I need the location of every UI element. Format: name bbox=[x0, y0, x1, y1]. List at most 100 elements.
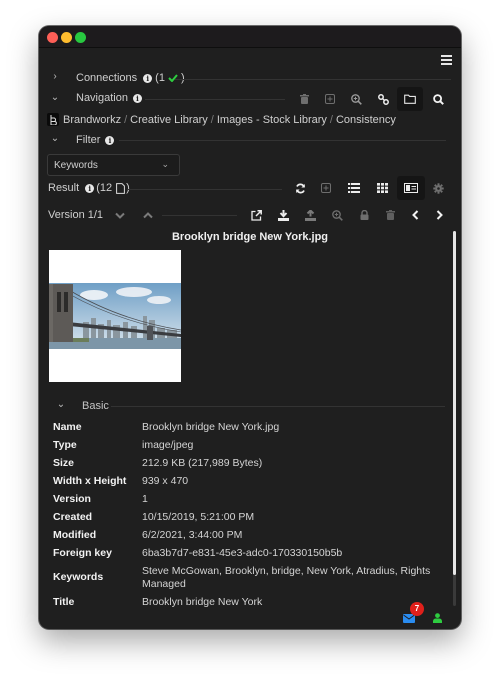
connections-header[interactable]: Connections i (1 ) bbox=[76, 72, 185, 84]
title-bar bbox=[39, 26, 461, 48]
info-icon[interactable]: i bbox=[85, 183, 95, 193]
messages-count-badge: 7 bbox=[410, 602, 424, 616]
property-row: Version 1 bbox=[53, 490, 445, 508]
asset-thumbnail[interactable] bbox=[49, 250, 181, 382]
property-key: Title bbox=[53, 595, 75, 608]
navigation-collapse-chevron[interactable]: ⌄ bbox=[50, 92, 60, 103]
property-key: Name bbox=[53, 420, 82, 433]
breadcrumb-item[interactable]: Consistency bbox=[336, 114, 396, 126]
chevron-down-icon: ⌄ bbox=[161, 159, 169, 169]
property-key: Created bbox=[53, 510, 93, 523]
info-icon[interactable]: i bbox=[143, 73, 153, 83]
basic-section-label[interactable]: Basic bbox=[82, 400, 109, 412]
result-count: (12 bbox=[96, 182, 113, 194]
brandworkz-logo-icon bbox=[47, 113, 59, 126]
next-button[interactable] bbox=[426, 203, 452, 227]
chevron-down-icon bbox=[115, 212, 125, 219]
result-count-close: ) bbox=[126, 182, 130, 194]
trash-icon bbox=[385, 210, 395, 220]
grid-view-button[interactable] bbox=[369, 176, 395, 200]
filter-header[interactable]: Filter i bbox=[76, 134, 115, 146]
breadcrumb-item[interactable]: Brandworkz bbox=[63, 114, 121, 126]
version-zoom-button[interactable] bbox=[324, 203, 350, 227]
property-value: Steve McGowan, Brooklyn, bridge, New Yor… bbox=[142, 564, 431, 590]
property-row: Size 212.9 KB (217,989 Bytes) bbox=[53, 454, 445, 472]
filter-field-select[interactable]: Keywords ⌄ bbox=[47, 154, 180, 176]
divider bbox=[111, 406, 445, 407]
filter-collapse-chevron[interactable]: ⌄ bbox=[50, 133, 60, 144]
properties-table: Name Brooklyn bridge New York.jpg Type i… bbox=[53, 418, 445, 611]
breadcrumb-item[interactable]: Creative Library bbox=[130, 114, 208, 126]
close-window-button[interactable] bbox=[47, 32, 58, 43]
basic-collapse-chevron[interactable]: ⌄ bbox=[56, 399, 66, 410]
connections-count-close: ) bbox=[180, 72, 185, 84]
navigation-label: Navigation bbox=[76, 92, 128, 104]
info-icon[interactable]: i bbox=[132, 93, 142, 103]
navigation-folder-button[interactable] bbox=[397, 87, 423, 111]
lock-button[interactable] bbox=[351, 203, 377, 227]
result-refresh-button[interactable] bbox=[287, 176, 313, 200]
link-icon bbox=[377, 93, 389, 105]
zoom-window-button[interactable] bbox=[75, 32, 86, 43]
user-button[interactable] bbox=[433, 610, 442, 628]
upload-button[interactable] bbox=[297, 203, 323, 227]
breadcrumb-item[interactable]: Images - Stock Library bbox=[217, 114, 327, 126]
property-value: 6/2/2021, 3:44:00 PM bbox=[142, 528, 243, 541]
result-header: Result i (12 ) bbox=[48, 182, 130, 194]
property-value: 1 bbox=[142, 492, 148, 505]
property-row: Keywords Steve McGowan, Brooklyn, bridge… bbox=[53, 562, 445, 593]
property-row: Type image/jpeg bbox=[53, 436, 445, 454]
property-key: Foreign key bbox=[53, 546, 112, 559]
version-down-button[interactable] bbox=[107, 203, 133, 227]
minimize-window-button[interactable] bbox=[61, 32, 72, 43]
scrollbar-thumb[interactable] bbox=[453, 231, 456, 575]
chevron-right-icon bbox=[436, 210, 443, 220]
property-value: 6ba3b7d7-e831-45e3-adc0-170330150b5b bbox=[142, 546, 343, 559]
navigation-zoom-button[interactable] bbox=[343, 87, 369, 111]
property-key: Version bbox=[53, 492, 91, 505]
previous-button[interactable] bbox=[402, 203, 428, 227]
property-row: Foreign key 6ba3b7d7-e831-45e3-adc0-1703… bbox=[53, 544, 445, 562]
navigation-header[interactable]: Navigation i bbox=[76, 92, 142, 104]
property-value: 10/15/2019, 5:21:00 PM bbox=[142, 510, 255, 523]
breadcrumb-separator: / bbox=[329, 113, 333, 126]
gear-icon bbox=[432, 182, 444, 194]
menu-button[interactable] bbox=[433, 48, 459, 72]
property-row: Modified 6/2/2021, 3:44:00 PM bbox=[53, 526, 445, 544]
navigation-delete-button[interactable] bbox=[291, 87, 317, 111]
list-view-button[interactable] bbox=[341, 176, 367, 200]
property-row: Title Brooklyn bridge New York bbox=[53, 593, 445, 611]
breadcrumb-separator: / bbox=[210, 113, 214, 126]
divider bbox=[162, 215, 237, 216]
app-window: › Connections i (1 ) ⌄ Navigation i Bran… bbox=[39, 26, 461, 629]
user-icon bbox=[433, 613, 442, 623]
info-icon[interactable]: i bbox=[105, 135, 115, 145]
navigation-add-button[interactable] bbox=[317, 87, 343, 111]
download-icon bbox=[277, 209, 289, 221]
property-value: 939 x 470 bbox=[142, 474, 189, 487]
zoom-in-icon bbox=[331, 209, 343, 221]
result-settings-button[interactable] bbox=[425, 176, 451, 200]
open-external-button[interactable] bbox=[243, 203, 269, 227]
version-up-button[interactable] bbox=[135, 203, 161, 227]
navigation-link-button[interactable] bbox=[370, 87, 396, 111]
breadcrumb-separator: / bbox=[124, 113, 128, 126]
property-key: Keywords bbox=[53, 571, 104, 583]
detail-view-button[interactable] bbox=[397, 176, 425, 200]
version-delete-button[interactable] bbox=[377, 203, 403, 227]
trash-icon bbox=[299, 94, 309, 104]
filter-label: Filter bbox=[76, 134, 101, 146]
property-value: Brooklyn bridge New York.jpg bbox=[142, 420, 280, 433]
search-icon bbox=[432, 93, 444, 105]
download-button[interactable] bbox=[270, 203, 296, 227]
bridge-image bbox=[49, 250, 181, 382]
connections-expand-chevron[interactable]: › bbox=[50, 71, 60, 82]
breadcrumb: Brandworkz / Creative Library / Images -… bbox=[47, 113, 396, 126]
zoom-in-icon bbox=[350, 93, 362, 105]
property-value: 212.9 KB (217,989 Bytes) bbox=[142, 456, 263, 469]
id-card-icon bbox=[404, 183, 418, 193]
result-add-button[interactable] bbox=[313, 176, 339, 200]
navigation-search-button[interactable] bbox=[425, 87, 451, 111]
chevron-up-icon bbox=[143, 211, 153, 218]
property-row: Name Brooklyn bridge New York.jpg bbox=[53, 418, 445, 436]
